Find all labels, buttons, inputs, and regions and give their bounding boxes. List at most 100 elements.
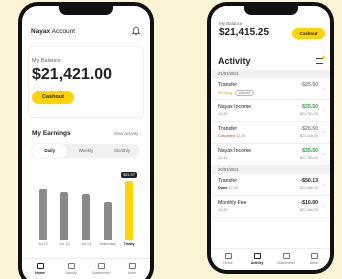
nav-activity[interactable]: Activity: [243, 253, 271, 265]
transaction-balance: $21,456.20: [300, 208, 318, 212]
earnings-chart: Jul 12 Jul 13 Jul 14 Yesterday Today $31.97: [32, 166, 140, 246]
filter-icon[interactable]: [316, 58, 323, 64]
balance-label: My Balance: [219, 21, 243, 26]
transaction-balance: $21,456.20: [300, 186, 318, 190]
chart-bar[interactable]: [103, 201, 112, 240]
transaction-amount: $35.50: [302, 104, 318, 110]
tab-weekly[interactable]: Weekly: [68, 144, 105, 158]
chevron-right-icon: ›: [323, 108, 325, 114]
transaction-time: 12:45: [218, 156, 228, 160]
nav-statements-label: Statements: [277, 261, 295, 265]
nav-statements[interactable]: Statements: [87, 263, 115, 275]
home-icon: [224, 253, 232, 259]
balance-label: My Balance: [32, 58, 61, 64]
nav-activity[interactable]: Activity: [57, 263, 85, 275]
home-screen: Nayax Account My Balance $21,421.00 Cash…: [22, 6, 150, 279]
transaction-status: Done: [218, 186, 228, 190]
earnings-title: My Earnings: [32, 130, 71, 137]
brand-name: Nayax: [31, 28, 51, 35]
chart-x-label: Today: [123, 242, 135, 246]
transaction-amount: -$25.50: [300, 82, 318, 88]
app-header: Nayax Account: [31, 28, 75, 35]
transaction-title: Transfer: [218, 178, 238, 184]
nav-activity-label: Activity: [250, 261, 264, 265]
left-phone: Nayax Account My Balance $21,421.00 Cash…: [18, 2, 154, 279]
tab-daily[interactable]: Daily: [32, 144, 68, 158]
brand-suffix: Account: [51, 28, 76, 35]
tab-monthly[interactable]: Monthly: [104, 144, 140, 158]
balance-value: $21,421.00: [32, 66, 113, 83]
transaction-row[interactable]: Transfer Done 12:45 -$50.13 $21,456.20 ›: [211, 174, 330, 196]
nav-statements-label: Statements: [92, 271, 110, 275]
balance-value: $21,415.25: [219, 27, 270, 38]
transaction-title: Monthly Fee: [218, 200, 247, 206]
date-header: 20/03/2021: [211, 166, 330, 174]
chart-bar[interactable]: [82, 194, 90, 240]
nav-more-label: More: [128, 271, 136, 275]
transaction-amount: $35.50: [302, 148, 318, 154]
date-header: 21/03/2021: [211, 70, 330, 78]
transaction-row[interactable]: Nayax Income 12:45 $35.50 $21,781.20 ›: [211, 144, 330, 166]
activity-icon: [253, 253, 261, 259]
nav-home[interactable]: Home: [26, 263, 54, 275]
transaction-time: 12:45: [227, 186, 239, 190]
bell-icon[interactable]: [131, 26, 141, 36]
transaction-title: Nayax Income: [218, 104, 252, 110]
transaction-row[interactable]: Transfer Cancelled 12:45 -$25.50 $21,415.25…: [211, 122, 330, 144]
transaction-list: 21/03/2021 Transfer Pending Cancel -$25.50 › N…: [211, 70, 330, 218]
chart-bar[interactable]: [60, 191, 69, 240]
cashout-button[interactable]: Cashout: [32, 91, 74, 104]
statements-icon: [97, 263, 105, 269]
nav-home[interactable]: Home: [214, 253, 242, 265]
nav-home-label: Home: [35, 271, 45, 275]
filter-indicator-dot: [322, 56, 325, 59]
nav-more[interactable]: More: [118, 263, 146, 275]
chart-bar[interactable]: [125, 181, 134, 240]
chevron-right-icon: ›: [323, 130, 325, 136]
statements-icon: [282, 253, 290, 259]
transaction-row[interactable]: Transfer Pending Cancel -$25.50 ›: [211, 78, 330, 100]
activity-screen: My Balance $21,415.25 Cashout Activity 2…: [211, 6, 330, 270]
chart-x-label: Jul 13: [59, 242, 70, 246]
view-activity-link[interactable]: View activity ›: [114, 131, 141, 136]
transaction-title: Transfer: [218, 82, 238, 88]
chevron-right-icon: ›: [323, 204, 325, 210]
transaction-balance: $21,415.25: [300, 134, 318, 138]
right-phone: My Balance $21,415.25 Cashout Activity 2…: [207, 2, 334, 274]
transaction-amount: -$50.13: [300, 178, 318, 184]
cashout-button[interactable]: Cashout: [292, 28, 325, 39]
transaction-subtitle: 12:45: [218, 156, 228, 160]
bottom-nav: Home Activity Statements More: [211, 248, 330, 270]
transaction-subtitle: Cancelled 12:45: [218, 134, 245, 138]
transaction-row[interactable]: Nayax Income 12:45 $35.50 $21,781.20 ›: [211, 100, 330, 122]
nav-statements[interactable]: Statements: [272, 253, 300, 265]
transaction-subtitle: 12:45: [218, 208, 228, 212]
transaction-amount: -$25.50: [300, 126, 318, 132]
more-icon: [310, 253, 318, 259]
transaction-subtitle: Pending Cancel: [218, 90, 254, 96]
chevron-right-icon: ›: [323, 182, 325, 188]
cancel-chip-button[interactable]: Cancel: [234, 90, 254, 96]
nav-more-label: More: [310, 261, 318, 265]
transaction-time: 12:45: [218, 208, 228, 212]
chart-tooltip: $31.97: [121, 172, 137, 179]
activity-title: Activity: [218, 56, 251, 66]
nav-activity-label: Activity: [65, 271, 77, 275]
chart-x-label: Jul 12: [37, 242, 48, 246]
transaction-balance: $21,781.20: [300, 156, 318, 160]
phone-notch: [59, 6, 113, 15]
nav-home-label: Home: [223, 261, 233, 265]
transaction-row[interactable]: Monthly Fee 12:45 -$10.00 $21,456.20 ›: [211, 196, 330, 218]
transaction-title: Transfer: [218, 126, 238, 132]
transaction-balance: $21,781.20: [300, 112, 318, 116]
bottom-nav: Home Activity Statements More: [22, 258, 150, 279]
activity-icon: [67, 263, 75, 269]
chart-bar[interactable]: [38, 189, 47, 240]
chevron-right-icon: ›: [323, 86, 325, 92]
home-icon: [36, 263, 44, 269]
transaction-title: Nayax Income: [218, 148, 252, 154]
nav-more[interactable]: More: [300, 253, 328, 265]
transaction-status: Cancelled: [218, 134, 235, 138]
more-icon: [128, 263, 136, 269]
transaction-subtitle: 12:45: [218, 112, 228, 116]
